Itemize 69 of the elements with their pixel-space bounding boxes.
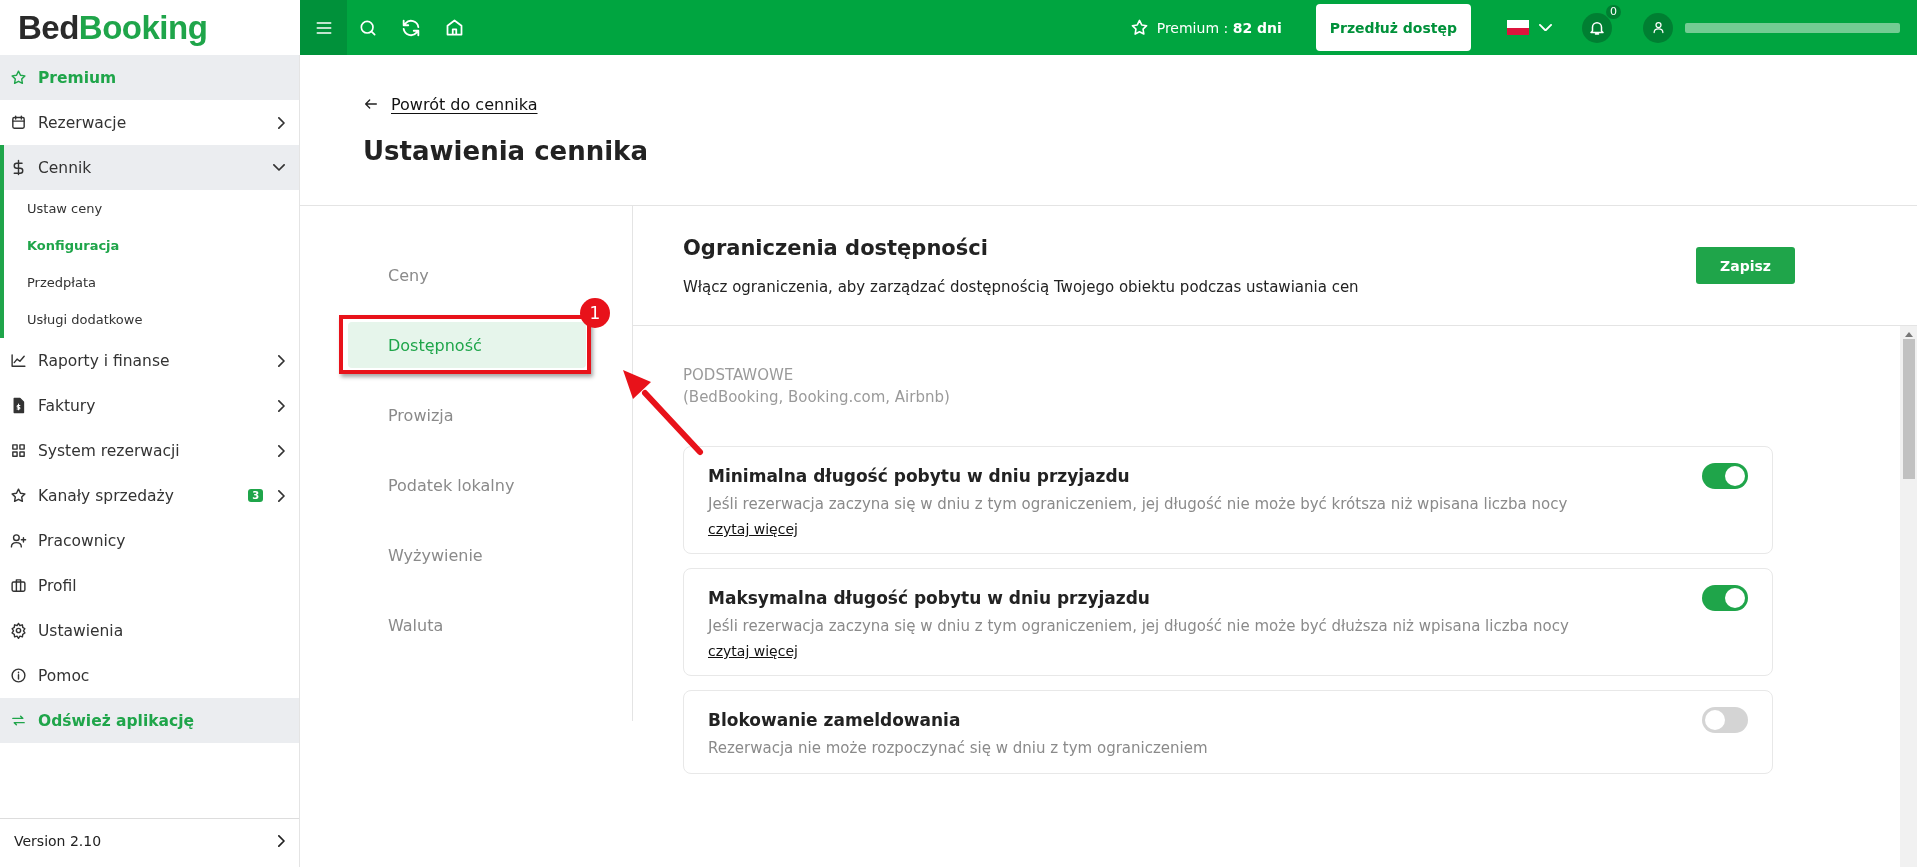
- star-icon: [10, 487, 27, 504]
- section-subtitle: Włącz ograniczenia, aby zarządzać dostępnością Twojego obiektu podczas ustawiania cen: [683, 277, 1360, 296]
- sidebar-item[interactable]: Pomoc: [0, 653, 299, 698]
- sidebar-item[interactable]: Raporty i finanse: [0, 338, 299, 383]
- person-add-icon: [10, 532, 27, 549]
- gear-icon: [10, 622, 27, 639]
- read-more-link[interactable]: czytaj więcej: [708, 643, 798, 659]
- card-description: Jeśli rezerwacja zaczyna się w dniu z tym ograniczeniem, jej długość nie może być dłuższa niż wpisana liczba nocy: [708, 617, 1570, 635]
- sidebar-item[interactable]: Faktury: [0, 383, 299, 428]
- chevron-right-icon: [278, 399, 285, 412]
- section-title: Ograniczenia dostępności: [683, 235, 989, 260]
- sidebar-subitem[interactable]: Usługi dodatkowe: [4, 301, 299, 338]
- group-note: (BedBooking, Booking.com, Airbnb): [683, 387, 951, 408]
- settings-tab[interactable]: Podatek lokalny: [348, 462, 586, 508]
- toggle-switch[interactable]: [1702, 585, 1748, 611]
- language-selector[interactable]: [1507, 20, 1552, 35]
- card-description: Rezerwacja nie może rozpoczynać się w dniu z tym ograniczeniem: [708, 739, 1209, 757]
- card-description: Jeśli rezerwacja zaczyna się w dniu z tym ograniczeniem, jej długość nie może być krótsza niż wpisana liczba nocy: [708, 495, 1569, 513]
- step-badge: 1: [580, 298, 610, 328]
- sidebar-item[interactable]: Pracownicy: [0, 518, 299, 563]
- chevron-right-icon: [278, 835, 285, 847]
- star-icon: [10, 69, 27, 86]
- chevron-right-icon: [278, 489, 285, 502]
- back-link[interactable]: Powrót do cennika: [391, 94, 538, 114]
- settings-tab[interactable]: Waluta: [348, 602, 586, 648]
- scrollbar[interactable]: [1900, 326, 1917, 867]
- sidebar-item[interactable]: System rezerwacji: [0, 428, 299, 473]
- scrollbar-thumb[interactable]: [1902, 339, 1915, 479]
- version-item[interactable]: Version 2.10: [0, 818, 299, 863]
- toggle-switch[interactable]: [1702, 463, 1748, 489]
- logo[interactable]: BedBooking: [0, 0, 300, 55]
- page-title: Ustawienia cennika: [363, 135, 649, 166]
- card-title: Maksymalna długość pobytu w dniu przyjazdu: [708, 588, 1150, 608]
- card-title: Blokowanie zameldowania: [708, 710, 961, 730]
- chart-icon: [10, 352, 27, 369]
- calendar-icon: [10, 114, 27, 131]
- notifications-button[interactable]: [1582, 12, 1612, 43]
- briefcase-icon: [10, 577, 27, 594]
- chevron-right-icon: [278, 116, 285, 129]
- sidebar-item[interactable]: Kanały sprzedaży 3: [0, 473, 299, 518]
- info-icon: [10, 667, 27, 684]
- count-badge: 3: [248, 489, 264, 502]
- grid-icon: [10, 442, 27, 459]
- sidebar-item[interactable]: Ustawienia: [0, 608, 299, 653]
- read-more-link[interactable]: czytaj więcej: [708, 521, 798, 537]
- premium-status: Premium : 82 dni: [1156, 19, 1282, 36]
- chevron-down-icon: [1539, 23, 1552, 32]
- scroll-up-arrow-icon[interactable]: [1904, 332, 1913, 337]
- star-icon: [1129, 18, 1149, 37]
- extend-access-button[interactable]: Przedłuż dostęp: [1315, 4, 1471, 51]
- toggle-switch[interactable]: [1702, 707, 1748, 733]
- settings-tab[interactable]: Wyżywienie: [348, 532, 586, 578]
- sidebar-item[interactable]: Cennik: [4, 145, 299, 190]
- sidebar-item[interactable]: Profil: [0, 563, 299, 608]
- chevron-down-icon: [273, 164, 285, 171]
- settings-tab[interactable]: Ceny: [348, 252, 586, 298]
- sidebar-item[interactable]: Rezerwacje: [0, 100, 299, 145]
- group-label: PODSTAWOWE: [683, 365, 795, 386]
- sidebar-subitem[interactable]: Przedpłata: [4, 264, 299, 301]
- sidebar-subitem[interactable]: Ustaw ceny: [4, 190, 299, 227]
- chevron-right-icon: [278, 444, 285, 457]
- card-title: Minimalna długość pobytu w dniu przyjazdu: [708, 466, 1130, 486]
- home-icon: [444, 17, 465, 38]
- notification-badge: 0: [1606, 4, 1621, 19]
- user-icon: [1650, 20, 1666, 35]
- menu-button[interactable]: [300, 0, 347, 55]
- arrow-left-icon: [363, 96, 379, 112]
- chevron-right-icon: [278, 354, 285, 367]
- user-avatar[interactable]: [1643, 12, 1673, 43]
